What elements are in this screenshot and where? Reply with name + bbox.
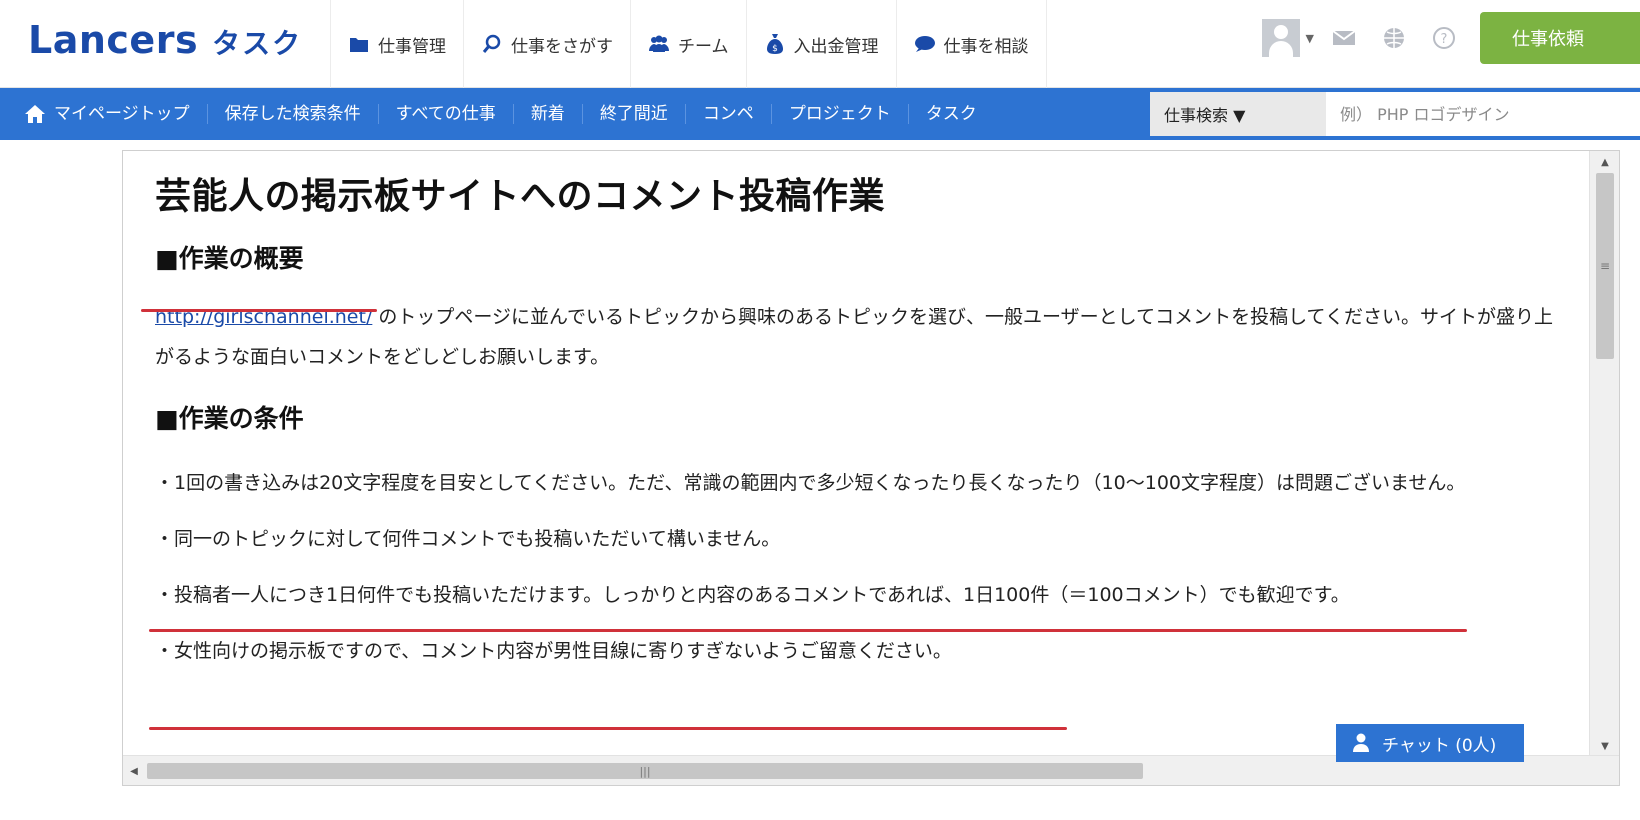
horizontal-scroll-thumb[interactable]: ||| <box>147 763 1143 779</box>
subnav-label: マイページトップ <box>54 104 190 124</box>
nav-label: 仕事をさがす <box>511 36 613 57</box>
order-job-button[interactable]: 仕事依頼 <box>1480 12 1640 64</box>
chat-bubble-icon <box>914 33 936 55</box>
nav-team[interactable]: チーム <box>630 0 746 88</box>
header-user-area: ▼ ? 仕事依頼 <box>1261 12 1640 64</box>
sub-nav: マイページトップ 保存した検索条件 すべての仕事 新着 終了間近 コンペ プロジ… <box>0 88 1640 140</box>
search-icon <box>481 33 503 55</box>
nav-payments[interactable]: $ 入出金管理 <box>745 0 896 88</box>
help-icon[interactable]: ? <box>1430 24 1458 52</box>
team-icon <box>648 33 670 55</box>
mail-icon[interactable] <box>1330 24 1358 52</box>
svg-text:?: ? <box>1441 32 1448 47</box>
nav-label: 仕事を相談 <box>943 36 1029 57</box>
lancers-logo[interactable]: Lancers タスク <box>28 18 302 64</box>
money-bag-icon: $ <box>764 33 786 55</box>
nav-consult[interactable]: 仕事を相談 <box>895 0 1047 88</box>
job-description: 芸能人の掲示板サイトへのコメント投稿作業 ■作業の概要 http://girls… <box>155 151 1555 671</box>
user-icon <box>1352 733 1370 753</box>
scroll-left-arrow-icon[interactable]: ◀ <box>123 756 145 785</box>
subnav-project[interactable]: プロジェクト <box>772 104 909 124</box>
condition-item: ・1回の書き込みは20文字程度を目安としてください。ただ、常識の範囲内で多少短く… <box>155 472 1466 494</box>
vertical-scrollbar[interactable]: ▲ ≡ ▼ <box>1589 151 1619 757</box>
subnav-all-jobs[interactable]: すべての仕事 <box>379 104 514 124</box>
search-type-select[interactable]: 仕事検索 ▼ <box>1150 92 1326 136</box>
search-input[interactable] <box>1326 92 1640 136</box>
site-header: Lancers タスク 仕事管理 仕事をさがす チーム $ 入出金管理 仕事を相… <box>0 0 1640 88</box>
home-icon <box>24 104 46 124</box>
globe-icon[interactable] <box>1380 24 1408 52</box>
subnav-new[interactable]: 新着 <box>514 104 583 124</box>
chat-label: チャット (0人) <box>1382 735 1497 756</box>
nav-label: 仕事管理 <box>378 36 446 57</box>
job-detail-frame: 芸能人の掲示板サイトへのコメント投稿作業 ■作業の概要 http://girls… <box>122 150 1620 786</box>
section-heading-overview: ■作業の概要 <box>155 244 304 273</box>
nav-find-jobs[interactable]: 仕事をさがす <box>463 0 630 88</box>
avatar[interactable] <box>1261 19 1300 57</box>
condition-item: ・投稿者一人につき1日何件でも投稿いただけます。しっかりと内容のあるコメントであ… <box>155 584 1350 606</box>
logo-text: Lancers <box>28 18 199 62</box>
folder-icon <box>348 33 370 55</box>
svg-text:$: $ <box>772 44 778 54</box>
scroll-down-arrow-icon[interactable]: ▼ <box>1590 735 1619 757</box>
nav-job-management[interactable]: 仕事管理 <box>330 0 463 88</box>
vertical-scroll-thumb[interactable]: ≡ <box>1596 173 1614 359</box>
logo-subtext: タスク <box>212 27 303 60</box>
subnav-saved-searches[interactable]: 保存した検索条件 <box>208 104 379 124</box>
condition-item: ・女性向けの掲示板ですので、コメント内容が男性目線に寄りすぎないようご留意くださ… <box>155 640 952 662</box>
condition-item: ・同一のトピックに対して何件コメントでも投稿いただいて構いません。 <box>155 528 781 550</box>
chevron-down-icon[interactable]: ▼ <box>1306 32 1314 45</box>
subnav-task[interactable]: タスク <box>909 104 994 124</box>
scroll-up-arrow-icon[interactable]: ▲ <box>1590 151 1619 173</box>
subnav-mypage-top[interactable]: マイページトップ <box>18 104 208 124</box>
subnav-competition[interactable]: コンペ <box>686 104 772 124</box>
section-heading-conditions: ■作業の条件 <box>155 404 304 433</box>
nav-label: チーム <box>678 36 729 57</box>
chat-tab[interactable]: チャット (0人) <box>1336 724 1524 762</box>
main-nav: 仕事管理 仕事をさがす チーム $ 入出金管理 仕事を相談 <box>330 0 1047 88</box>
nav-label: 入出金管理 <box>793 36 879 57</box>
highlight-underline <box>141 309 377 312</box>
highlight-underline <box>149 629 1467 632</box>
page-title: 芸能人の掲示板サイトへのコメント投稿作業 <box>155 176 886 217</box>
subnav-ending-soon[interactable]: 終了間近 <box>583 104 686 124</box>
sub-nav-list: マイページトップ 保存した検索条件 すべての仕事 新着 終了間近 コンペ プロジ… <box>18 88 994 140</box>
highlight-underline <box>149 727 1067 730</box>
